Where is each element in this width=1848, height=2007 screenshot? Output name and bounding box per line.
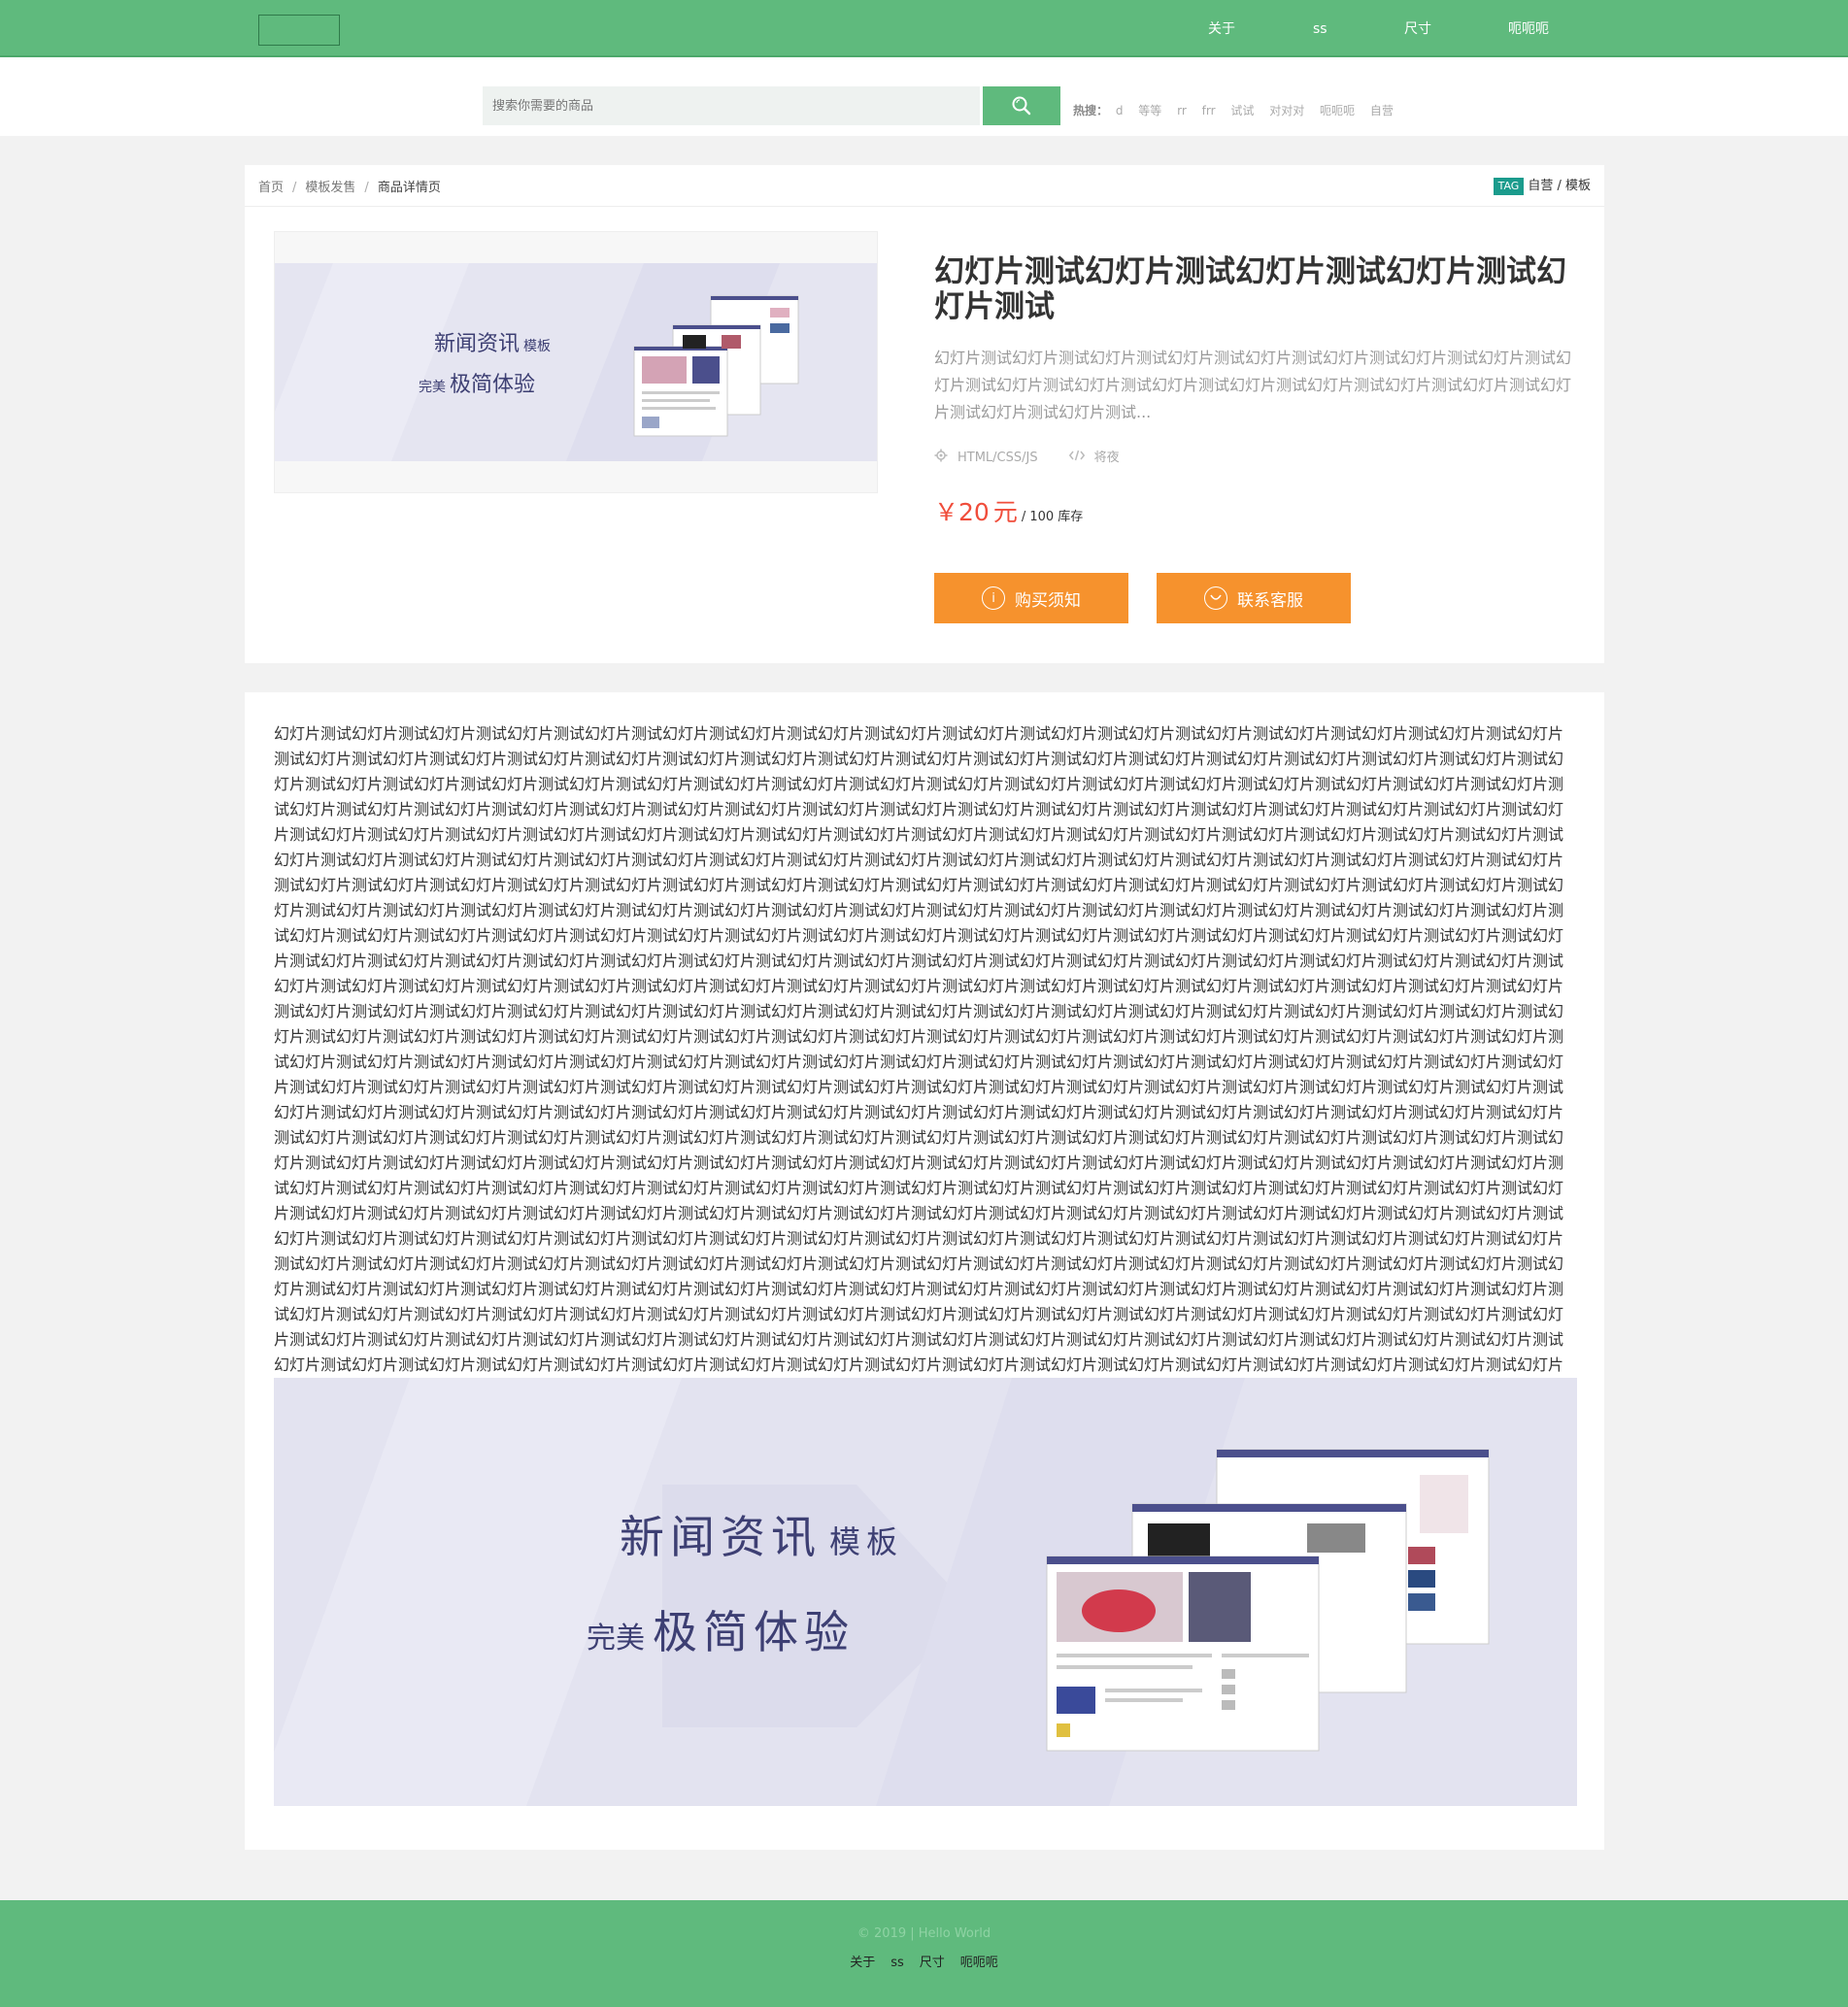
hot-word[interactable]: rr — [1177, 104, 1187, 117]
footer-link-eee[interactable]: 呃呃呃 — [960, 1956, 998, 1970]
nav-item-ss[interactable]: ss — [1313, 19, 1327, 39]
footer-link-size[interactable]: 尺寸 — [920, 1956, 945, 1970]
hot-word[interactable]: frr — [1202, 104, 1216, 117]
footer-link-ss[interactable]: ss — [890, 1956, 904, 1970]
product-meta: HTML/CSS/JS 将夜 — [934, 449, 1151, 468]
top-nav-bar: 关于 ss 尺寸 呃呃呃 — [0, 0, 1848, 57]
gear-icon — [934, 449, 948, 468]
breadcrumb: 首页 / 模板发售 / 商品详情页 — [258, 181, 441, 195]
buy-notice-button[interactable]: i 购买须知 — [934, 573, 1128, 623]
product-card: 首页 / 模板发售 / 商品详情页 TAG 自营 / 模板 新闻资讯 模板 完美 极简体验 — [245, 165, 1604, 663]
hot-word[interactable]: 对对对 — [1269, 104, 1304, 117]
nav-item-eee[interactable]: 呃呃呃 — [1508, 19, 1549, 39]
hot-word[interactable]: 试试 — [1230, 104, 1254, 117]
hot-word[interactable]: 等等 — [1138, 104, 1161, 117]
breadcrumb-current: 商品详情页 — [377, 181, 441, 195]
stock-count: / 100 库存 — [1021, 510, 1084, 524]
description-banner-image: 新闻资讯 模板 完美 极简体验 — [274, 1378, 1577, 1806]
tag-badge: TAG — [1493, 178, 1525, 195]
code-icon — [1068, 450, 1085, 467]
product-image[interactable]: 新闻资讯 模板 完美 极简体验 — [275, 263, 877, 461]
contact-service-label: 联系客服 — [1237, 590, 1303, 611]
buy-notice-label: 购买须知 — [1015, 590, 1081, 611]
contact-service-button[interactable]: 联系客服 — [1157, 573, 1351, 623]
product-author: 将夜 — [1093, 451, 1120, 465]
price-amount: 20 — [958, 498, 990, 526]
tag-values[interactable]: 自营 / 模板 — [1528, 177, 1591, 196]
info-icon: i — [982, 586, 1005, 610]
divider — [245, 206, 1604, 207]
banner-illustration: 新闻资讯 模板 完美 极简体验 — [274, 1378, 1577, 1806]
nav-item-about[interactable]: 关于 — [1208, 19, 1235, 39]
product-tech: HTML/CSS/JS — [958, 451, 1038, 465]
copyright: © 2019 | Hello World — [857, 1926, 991, 1941]
search-band — [0, 57, 1848, 136]
nav-item-size[interactable]: 尺寸 — [1404, 19, 1431, 39]
hot-word[interactable]: 自营 — [1370, 104, 1394, 117]
smile-icon — [1204, 586, 1227, 610]
hot-search-label: 热搜： — [1073, 104, 1109, 117]
product-title: 幻灯片测试幻灯片测试幻灯片测试幻灯片测试幻灯片测试 — [934, 254, 1566, 324]
product-summary: 幻灯片测试幻灯片测试幻灯片测试幻灯片测试幻灯片测试幻灯片测试幻灯片测试幻灯片测试… — [934, 349, 1572, 421]
tag-list: TAG 自营 / 模板 — [1493, 177, 1591, 196]
search-input[interactable] — [483, 86, 980, 125]
breadcrumb-home[interactable]: 首页 — [258, 181, 284, 195]
search-button[interactable] — [983, 86, 1060, 125]
footer-link-about[interactable]: 关于 — [850, 1956, 875, 1970]
hot-search: 热搜： d 等等 rr frr 试试 对对对 呃呃呃 自营 — [1073, 103, 1405, 118]
description-card: 幻灯片测试幻灯片测试幻灯片测试幻灯片测试幻灯片测试幻灯片测试幻灯片测试幻灯片测试… — [245, 692, 1604, 1850]
price-unit: 元 — [992, 498, 1018, 526]
price-symbol: ￥ — [934, 498, 959, 526]
breadcrumb-template-sale[interactable]: 模板发售 — [305, 181, 355, 195]
logo[interactable] — [258, 15, 340, 46]
footer: © 2019 | Hello World 关于 ss 尺寸 呃呃呃 — [0, 1900, 1848, 2007]
hot-word[interactable]: d — [1116, 104, 1124, 117]
hot-word[interactable]: 呃呃呃 — [1320, 104, 1355, 117]
product-image-illustration: 新闻资讯 模板 完美 极简体验 — [275, 263, 877, 461]
search-icon — [1012, 96, 1031, 116]
product-image-frame: 新闻资讯 模板 完美 极简体验 — [274, 231, 878, 493]
product-price: ￥20 元/ 100 库存 — [934, 495, 1083, 535]
footer-links: 关于 ss 尺寸 呃呃呃 — [0, 1955, 1848, 1972]
